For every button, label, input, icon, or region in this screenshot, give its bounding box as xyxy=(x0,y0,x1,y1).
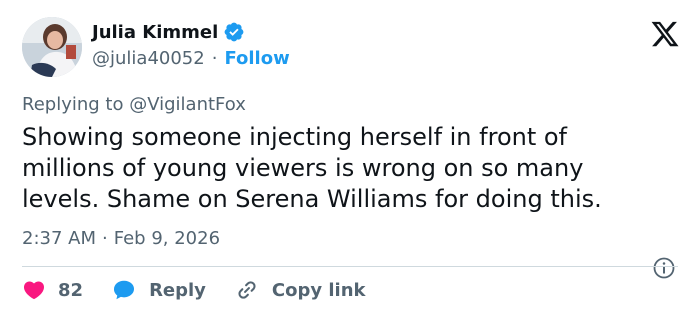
avatar-photo xyxy=(22,17,82,77)
tweet-time: 2:37 AM xyxy=(22,228,96,249)
reply-label: Reply xyxy=(149,279,206,301)
copy-link-button[interactable]: Copy link xyxy=(234,277,366,303)
info-icon[interactable] xyxy=(652,256,676,280)
handle-separator: · xyxy=(211,48,218,69)
reply-button[interactable]: Reply xyxy=(111,277,206,303)
tweet-text: Showing someone injecting herself in fro… xyxy=(22,123,602,213)
verified-badge-icon xyxy=(224,22,244,42)
reply-bubble-icon xyxy=(114,280,135,300)
follow-button[interactable]: Follow xyxy=(224,48,289,69)
replying-to-prefix: Replying to xyxy=(22,94,130,115)
tweet-date: Feb 9, 2026 xyxy=(113,228,221,249)
timestamp-separator: · xyxy=(102,228,108,249)
author-avatar[interactable] xyxy=(22,17,82,77)
heart-icon xyxy=(23,281,45,300)
divider xyxy=(22,266,678,267)
author-display-name[interactable]: Julia Kimmel xyxy=(92,22,218,43)
replying-to-line: Replying to @VigilantFox xyxy=(22,94,246,115)
replying-to-mention[interactable]: @VigilantFox xyxy=(129,94,246,115)
copy-link-label: Copy link xyxy=(271,279,366,301)
author-handle[interactable]: @julia40052 xyxy=(92,48,205,69)
action-bar: 82 Reply Copy link xyxy=(22,277,394,303)
like-button[interactable]: 82 xyxy=(22,278,83,302)
author-name-row: Julia Kimmel xyxy=(92,21,245,43)
x-logo-icon[interactable] xyxy=(650,19,680,49)
author-handle-row: @julia40052 · Follow xyxy=(92,48,290,69)
tweet-timestamp[interactable]: 2:37 AM · Feb 9, 2026 xyxy=(22,228,220,249)
link-icon xyxy=(238,281,256,299)
like-count: 82 xyxy=(58,279,84,301)
